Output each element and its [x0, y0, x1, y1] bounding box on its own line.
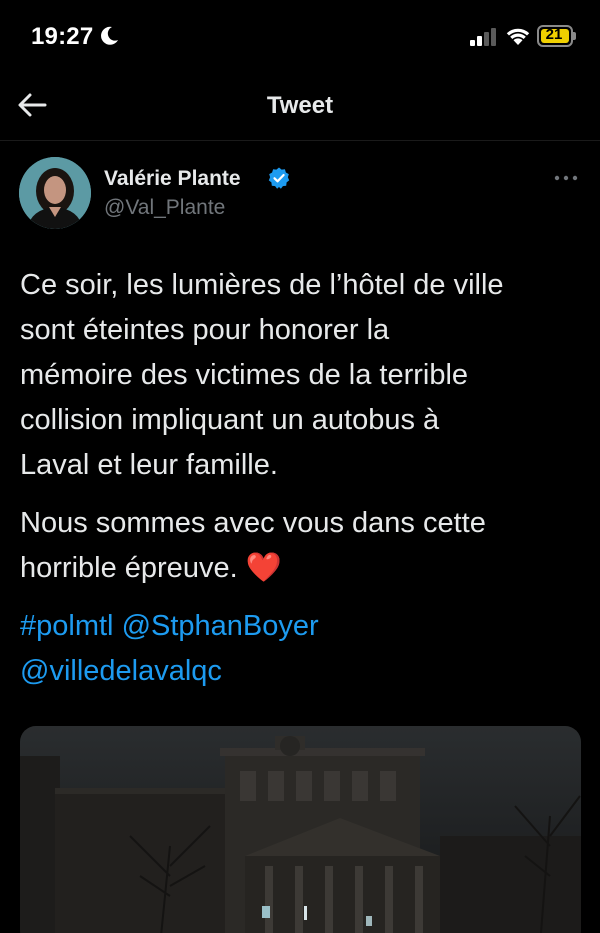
tweet-line: horrible épreuve. ❤️ — [20, 546, 590, 591]
tweet-line: Ce soir, les lumières de l’hôtel de vill… — [20, 269, 504, 301]
status-time: 19:27 — [31, 23, 94, 50]
tweet-media-photo[interactable] — [20, 726, 581, 933]
tweet-line: Laval et leur famille. — [20, 449, 278, 481]
tweet-links: #polmtl @StphanBoyer @villedelavalqc — [20, 604, 590, 694]
page-title: Tweet — [266, 92, 334, 119]
tweet-line-text: horrible épreuve. — [20, 552, 246, 584]
tweet-paragraph: Nous sommes avec vous dans cette horribl… — [20, 501, 590, 591]
hashtag-link[interactable]: #polmtl — [20, 610, 114, 642]
avatar[interactable] — [19, 157, 91, 229]
avatar-photo — [19, 157, 91, 229]
status-bar: 19:27 21 — [0, 0, 600, 72]
tweet-line: Nous sommes avec vous dans cette — [20, 507, 486, 539]
tweet-line: #polmtl @StphanBoyer — [20, 604, 590, 649]
author-name[interactable]: Valérie Plante — [104, 167, 241, 191]
nav-divider — [0, 140, 600, 141]
tweet-paragraph: Ce soir, les lumières de l’hôtel de vill… — [20, 263, 590, 488]
battery-level: 21 — [545, 26, 563, 43]
battery-tip — [573, 32, 576, 40]
cellular-signal-icon — [470, 28, 496, 46]
mention-link[interactable]: @StphanBoyer — [122, 610, 319, 642]
heart-emoji: ❤️ — [245, 552, 282, 584]
nav-bar: Tweet — [0, 72, 600, 138]
battery-indicator: 21 — [537, 25, 577, 47]
author-handle[interactable]: @Val_Plante — [104, 196, 225, 220]
city-hall-night-image — [20, 726, 581, 933]
more-horizontal-icon[interactable] — [553, 168, 579, 188]
wifi-icon — [506, 28, 530, 45]
tweet-line: sont éteintes pour honorer la — [20, 314, 390, 346]
tweet-line: collision impliquant un autobus à — [20, 404, 440, 436]
tweet-line: mémoire des victimes de la terrible — [20, 359, 469, 391]
verified-badge-icon — [268, 167, 290, 189]
mention-link[interactable]: @villedelavalqc — [20, 655, 222, 687]
moon-icon — [101, 26, 118, 45]
tweet-line: @villedelavalqc — [20, 649, 590, 694]
